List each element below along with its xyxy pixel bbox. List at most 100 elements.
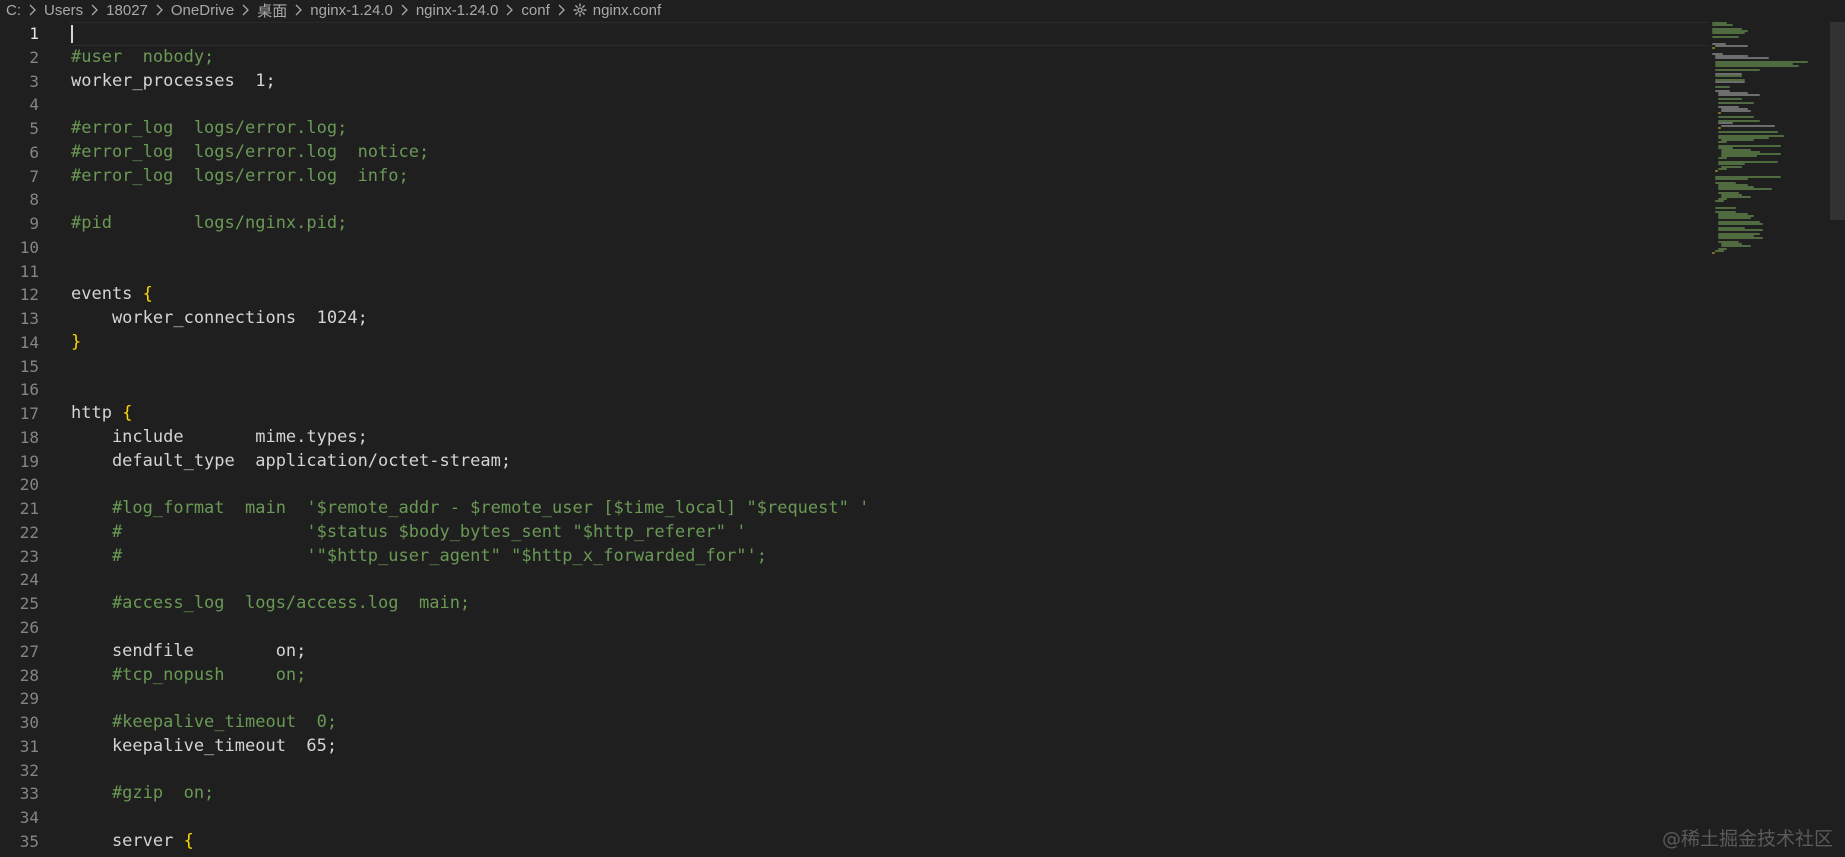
code-line[interactable]: 21 #log_format main '$remote_addr - $rem… <box>0 497 1710 521</box>
code-line[interactable]: 13 worker_connections 1024; <box>0 307 1710 331</box>
code-line[interactable]: 28 #tcp_nopush on; <box>0 664 1710 688</box>
code-token: ; <box>326 735 338 756</box>
code-text: #error_log logs/error.log notice; <box>71 141 429 165</box>
breadcrumb-item[interactable]: nginx.conf <box>593 2 661 19</box>
breadcrumb-item[interactable]: C: <box>6 2 21 19</box>
minimap-line <box>1718 237 1763 240</box>
line-number: 1 <box>29 24 39 43</box>
watermark: @稀土掘金技术社区 <box>1661 828 1833 850</box>
code-token: { <box>183 830 194 851</box>
minimap-line <box>1715 75 1742 78</box>
code-token: server <box>71 830 184 851</box>
minimap-line <box>1715 200 1724 203</box>
minimap-line <box>1715 206 1736 209</box>
code-line[interactable]: 32 <box>0 759 1710 783</box>
code-line[interactable]: 15 <box>0 355 1710 379</box>
line-number: 10 <box>19 237 39 257</box>
text-cursor <box>71 25 73 43</box>
minimap-line <box>1718 216 1751 219</box>
code-line[interactable]: 29 <box>0 687 1710 711</box>
code-line[interactable]: 18 include mime.types; <box>0 426 1710 450</box>
code-line[interactable]: 26 <box>0 616 1710 640</box>
line-number: 22 <box>19 522 39 542</box>
code-line[interactable]: 4 <box>0 93 1710 117</box>
code-token: include mime.types <box>71 426 358 447</box>
minimap-line <box>1718 167 1727 170</box>
code-text: # '"$http_user_agent" "$http_x_forwarded… <box>71 545 767 569</box>
minimap-line <box>1718 93 1760 96</box>
minimap-line <box>1718 112 1721 115</box>
chevron-right-icon <box>27 3 38 17</box>
minimap-line <box>1721 110 1751 113</box>
minimap-line <box>1718 116 1754 119</box>
code-line[interactable]: 30 #keepalive_timeout 0; <box>0 711 1710 735</box>
minimap-line <box>1712 32 1745 35</box>
line-number: 24 <box>19 570 39 590</box>
breadcrumb-item[interactable]: conf <box>521 2 549 19</box>
code-token: default_type application/octet-stream <box>71 450 501 471</box>
breadcrumb-item[interactable]: nginx-1.24.0 <box>416 2 499 19</box>
code-line[interactable]: 14} <box>0 331 1710 355</box>
code-text: server { <box>71 830 194 854</box>
code-line[interactable]: 2 #user nobody; <box>0 46 1710 70</box>
line-number: 7 <box>29 166 39 186</box>
code-text: # '$status $body_bytes_sent "$http_refer… <box>71 521 747 545</box>
breadcrumb: C: Users 18027 OneDrive 桌面 nginx-1.24.0 nginx-… <box>0 0 1845 20</box>
code-line[interactable]: 35 server { <box>0 830 1710 854</box>
code-line[interactable]: 5 #error_log logs/error.log; <box>0 117 1710 141</box>
code-line[interactable]: 27 sendfile on; <box>0 640 1710 664</box>
breadcrumb-item[interactable]: nginx-1.24.0 <box>310 2 393 19</box>
code-line[interactable]: 25 #access_log logs/access.log main; <box>0 592 1710 616</box>
code-line[interactable]: 23 # '"$http_user_agent" "$http_x_forwar… <box>0 545 1710 569</box>
code-line[interactable]: 17 http { <box>0 402 1710 426</box>
line-number: 34 <box>19 808 39 828</box>
code-editor[interactable]: 1 2 #user nobody; 3 worker_processes 1; 4 5 #er… <box>0 22 1845 857</box>
code-line[interactable]: 12 events { <box>0 283 1710 307</box>
code-token: ; <box>357 426 368 447</box>
code-text: } <box>71 331 81 355</box>
code-line[interactable]: 16 <box>0 378 1710 402</box>
minimap-line <box>1718 130 1778 133</box>
line-number: 12 <box>19 285 39 305</box>
code-line[interactable]: 11 <box>0 260 1710 284</box>
minimap-line <box>1715 177 1748 180</box>
code-text: #user nobody; <box>71 46 214 70</box>
breadcrumb-item[interactable]: 桌面 <box>257 0 287 21</box>
code-line[interactable]: 33 #gzip on; <box>0 782 1710 806</box>
code-text: #tcp_nopush on; <box>71 664 306 688</box>
breadcrumb-item[interactable]: 18027 <box>106 2 148 19</box>
code-text: worker_processes 1; <box>71 70 276 94</box>
breadcrumb-item[interactable]: OneDrive <box>171 2 234 19</box>
code-line[interactable]: 8 <box>0 188 1710 212</box>
code-line[interactable]: 6 #error_log logs/error.log notice; <box>0 141 1710 165</box>
line-number: 14 <box>19 332 39 352</box>
scrollbar-thumb[interactable] <box>1830 22 1845 220</box>
minimap[interactable] <box>1712 22 1830 857</box>
code-line[interactable]: 7 #error_log logs/error.log info; <box>0 165 1710 189</box>
breadcrumb-item[interactable]: Users <box>44 2 83 19</box>
line-number: 25 <box>19 594 39 614</box>
code-line[interactable]: 34 <box>0 806 1710 830</box>
code-line[interactable]: 3 worker_processes 1; <box>0 70 1710 94</box>
code-line[interactable]: 24 <box>0 568 1710 592</box>
code-token: # '$status $body_bytes_sent "$http_refer… <box>71 521 747 542</box>
code-token: } <box>71 331 82 352</box>
code-token: #gzip on; <box>71 783 215 804</box>
chevron-right-icon <box>293 3 304 17</box>
code-line[interactable]: 9 #pid logs/nginx.pid; <box>0 212 1710 236</box>
code-line[interactable]: 1 <box>0 22 1710 46</box>
code-token: ; <box>265 70 276 91</box>
line-number: 5 <box>29 119 39 139</box>
code-line[interactable]: 19 default_type application/octet-stream… <box>0 450 1710 474</box>
code-token: events <box>71 284 143 305</box>
line-number: 29 <box>19 689 39 709</box>
code-line[interactable]: 22 # '$status $body_bytes_sent "$http_re… <box>0 521 1710 545</box>
minimap-line <box>1718 229 1763 232</box>
code-line[interactable]: 20 <box>0 473 1710 497</box>
minimap-line <box>1715 65 1799 68</box>
code-line[interactable]: 31 keepalive_timeout 65; <box>0 735 1710 759</box>
line-number: 23 <box>19 546 39 566</box>
code-line[interactable]: 10 <box>0 236 1710 260</box>
code-text: include mime.types; <box>71 426 368 450</box>
minimap-line <box>1718 140 1727 143</box>
